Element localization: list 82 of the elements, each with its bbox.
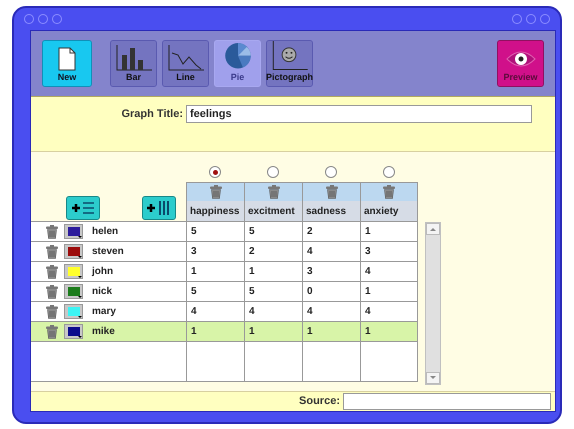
row-name: john xyxy=(92,265,114,279)
table-cell: 4 xyxy=(302,302,360,321)
add-column-button[interactable] xyxy=(142,196,176,220)
table-cell: 1 xyxy=(186,262,244,281)
column-header: excitment xyxy=(244,201,302,221)
table-cell: 3 xyxy=(302,262,360,281)
add-column-icon xyxy=(146,200,172,216)
chart-type-button[interactable]: Bar xyxy=(110,40,157,87)
chart-type-button[interactable]: Pie xyxy=(214,40,261,87)
bar-chart-icon xyxy=(114,44,152,70)
new-button[interactable]: New xyxy=(42,40,92,87)
table-cell: 5 xyxy=(186,222,244,241)
row-name: mike xyxy=(92,325,115,339)
graph-title-field[interactable]: feelings xyxy=(186,105,532,123)
table-cell: 3 xyxy=(186,242,244,261)
pictograph-icon xyxy=(270,41,308,70)
add-row-icon xyxy=(70,200,96,216)
table-cell: 4 xyxy=(186,302,244,321)
table-cell: 4 xyxy=(360,262,418,281)
column-header: sadness xyxy=(302,201,360,221)
source-label: Source: xyxy=(299,394,340,410)
row-name: steven xyxy=(92,245,124,259)
color-picker[interactable] xyxy=(64,224,83,239)
source-field[interactable] xyxy=(343,393,551,410)
chart-type-button[interactable]: Pictograph xyxy=(266,40,313,87)
line-chart-icon xyxy=(166,44,204,70)
table-cell: 1 xyxy=(360,322,418,341)
row-name: mary xyxy=(92,305,116,319)
pie-chart-icon xyxy=(222,41,252,70)
table-cell: 5 xyxy=(244,222,302,241)
table-row[interactable]: helen 5 5 2 1 xyxy=(31,222,418,242)
column-header: happiness xyxy=(186,201,244,221)
column-radio[interactable] xyxy=(325,166,337,178)
table-cell: 3 xyxy=(360,242,418,261)
trash-icon[interactable] xyxy=(45,264,59,278)
table-cell: 2 xyxy=(244,242,302,261)
color-picker[interactable] xyxy=(64,304,83,319)
add-row-button[interactable] xyxy=(66,196,100,220)
eye-icon xyxy=(506,50,536,68)
table-cell: 1 xyxy=(244,262,302,281)
table-cell: 5 xyxy=(244,282,302,301)
table-row[interactable]: mary 4 4 4 4 xyxy=(31,302,418,322)
row-name: nick xyxy=(92,285,112,299)
scroll-up-icon[interactable] xyxy=(426,223,440,235)
trash-icon[interactable] xyxy=(382,185,396,200)
color-picker[interactable] xyxy=(64,284,83,299)
trash-icon[interactable] xyxy=(266,185,280,200)
table-cell: 4 xyxy=(360,302,418,321)
table-cell: 0 xyxy=(302,282,360,301)
scroll-down-icon[interactable] xyxy=(426,372,440,384)
trash-icon[interactable] xyxy=(324,185,338,200)
table-row[interactable]: steven 3 2 4 3 xyxy=(31,242,418,262)
table-cell: 2 xyxy=(302,222,360,241)
color-picker[interactable] xyxy=(64,244,83,259)
column-radio[interactable] xyxy=(267,166,279,178)
table-cell: 4 xyxy=(302,242,360,261)
trash-icon[interactable] xyxy=(208,185,222,200)
table-row[interactable]: mike 1 1 1 1 xyxy=(31,322,418,342)
table-cell: 1 xyxy=(302,322,360,341)
row-name: helen xyxy=(92,225,118,239)
graph-title-label: Graph Title: xyxy=(120,107,184,122)
column-radio[interactable] xyxy=(209,166,221,178)
color-picker[interactable] xyxy=(64,264,83,279)
table-cell: 1 xyxy=(244,322,302,341)
color-picker[interactable] xyxy=(64,324,83,339)
trash-icon[interactable] xyxy=(45,284,59,298)
table-cell: 1 xyxy=(360,282,418,301)
table-cell: 1 xyxy=(360,222,418,241)
table-cell: 5 xyxy=(186,282,244,301)
scrollbar[interactable] xyxy=(425,222,441,385)
trash-icon[interactable] xyxy=(45,244,59,258)
column-header: anxiety xyxy=(360,201,418,221)
table-row[interactable]: john 1 1 3 4 xyxy=(31,262,418,282)
table-cell: 4 xyxy=(244,302,302,321)
column-radio[interactable] xyxy=(383,166,395,178)
table-cell: 1 xyxy=(186,322,244,341)
trash-icon[interactable] xyxy=(45,304,59,318)
trash-icon[interactable] xyxy=(45,224,59,238)
document-icon xyxy=(58,46,76,70)
chart-type-button[interactable]: Line xyxy=(162,40,209,87)
table-row[interactable]: nick 5 5 0 1 xyxy=(31,282,418,302)
trash-icon[interactable] xyxy=(45,324,59,338)
